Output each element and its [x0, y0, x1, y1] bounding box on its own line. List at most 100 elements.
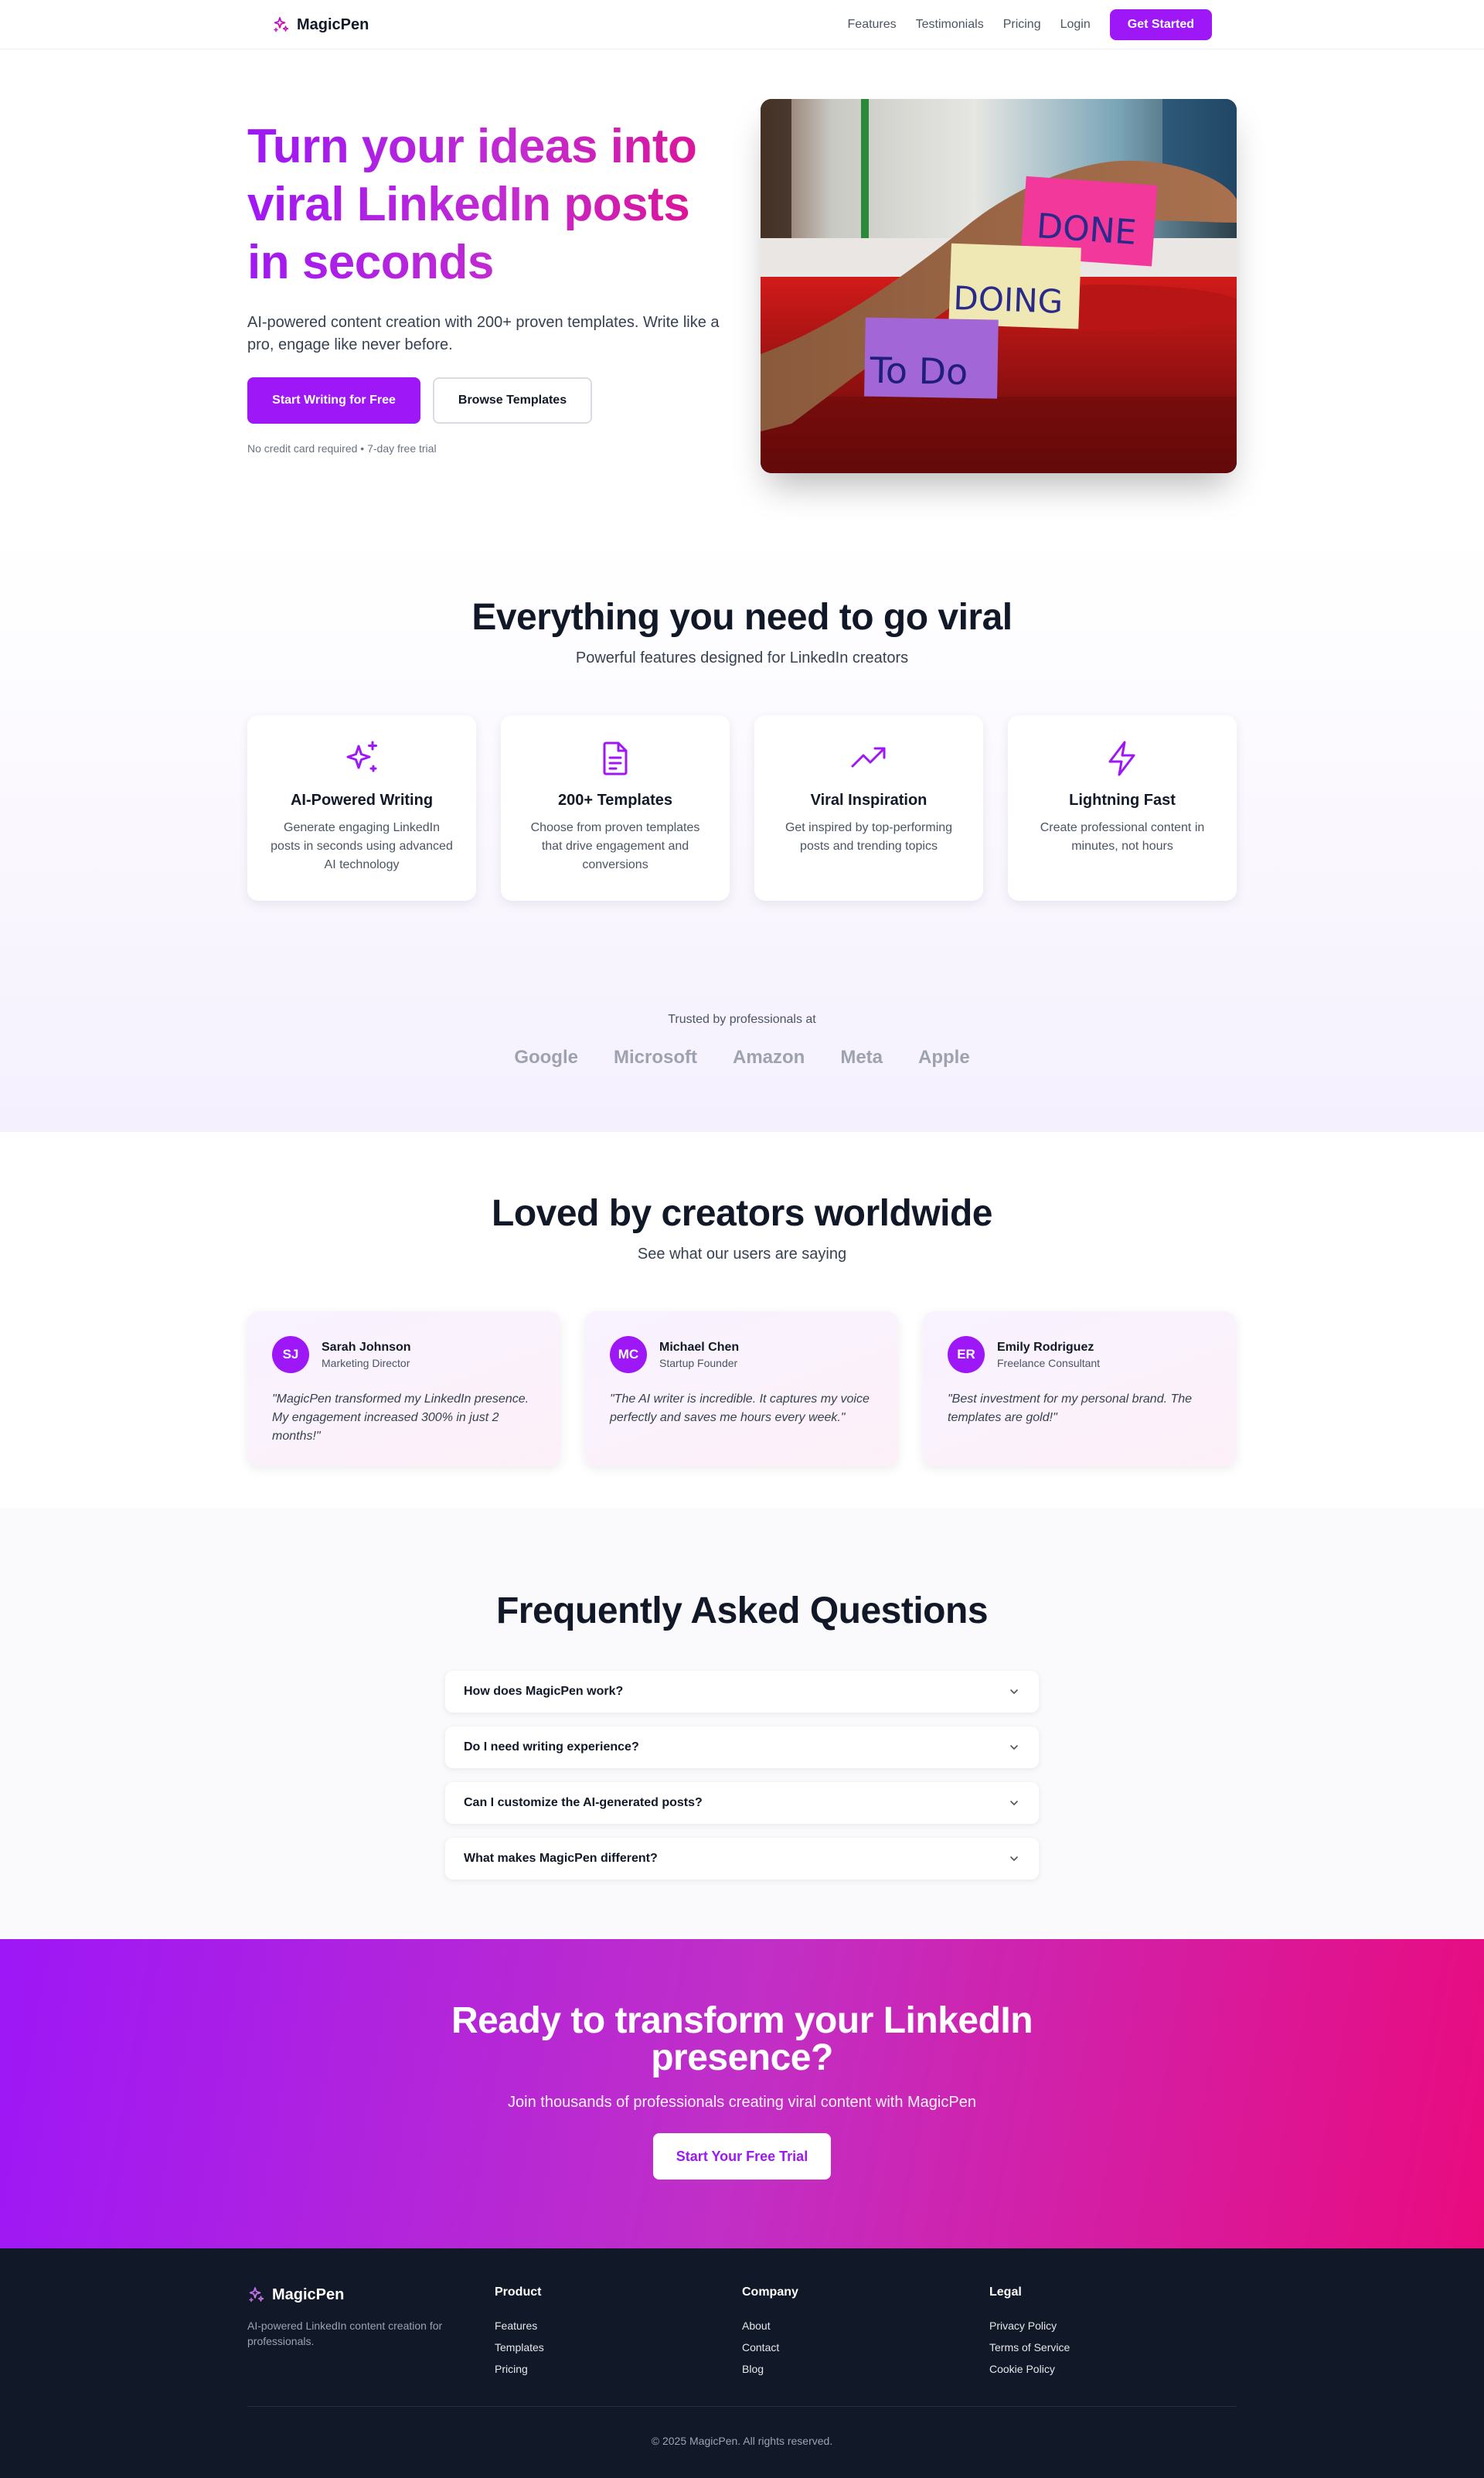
testimonial-name: Sarah Johnson	[322, 1340, 411, 1354]
svg-text:DONE: DONE	[1036, 206, 1138, 253]
chevron-down-icon	[1010, 1856, 1018, 1861]
feature-title: 200+ Templates	[557, 792, 673, 809]
nav-links: Features Testimonials Pricing Login Get …	[848, 9, 1212, 40]
faq-item[interactable]: How does MagicPen work?	[445, 1671, 1039, 1713]
testimonial-role: Freelance Consultant	[997, 1356, 1101, 1369]
start-writing-button[interactable]: Start Writing for Free	[247, 377, 420, 424]
nav-link-pricing[interactable]: Pricing	[1003, 18, 1041, 32]
feature-card-ai-writing: AI-Powered Writing Generate engaging Lin…	[247, 715, 476, 901]
footer-brand[interactable]: MagicPen	[247, 2285, 495, 2304]
top-nav: MagicPen Features Testimonials Pricing L…	[0, 0, 1484, 49]
hero-note: No credit card required • 7-day free tri…	[247, 442, 437, 455]
footer-column-company: Company About Contact Blog	[742, 2285, 989, 2380]
footer-column-title: Legal	[989, 2285, 1022, 2299]
chevron-down-icon	[1010, 1689, 1018, 1694]
logo-google: Google	[514, 1047, 578, 1068]
testimonial-card: ER Emily Rodriguez Freelance Consultant …	[923, 1311, 1236, 1466]
testimonial-quote: "MagicPen transformed my LinkedIn presen…	[272, 1392, 529, 1443]
footer-divider	[247, 2406, 1237, 2407]
features-title: Everything you need to go viral	[471, 597, 1013, 638]
avatar: ER	[948, 1336, 985, 1373]
footer-column-title: Product	[495, 2285, 542, 2299]
brand-logo[interactable]: MagicPen	[272, 15, 369, 34]
faq-item[interactable]: What makes MagicPen different?	[445, 1838, 1039, 1880]
feature-desc: Generate engaging LinkedIn posts in seco…	[271, 821, 453, 871]
browse-templates-button[interactable]: Browse Templates	[433, 377, 592, 424]
footer-brand-name: MagicPen	[272, 2285, 345, 2303]
faq-question: Can I customize the AI-generated posts?	[464, 1796, 703, 1809]
cta-subtitle: Join thousands of professionals creating…	[508, 2094, 976, 2111]
feature-title: Viral Inspiration	[810, 792, 928, 809]
brand-name: MagicPen	[297, 15, 369, 33]
sparkles-icon	[274, 17, 289, 32]
testimonial-quote: "The AI writer is incredible. It capture…	[610, 1392, 870, 1424]
feature-desc: Get inspired by top-performing posts and…	[785, 821, 953, 853]
logo-apple: Apple	[918, 1047, 970, 1068]
trending-up-icon	[851, 747, 886, 768]
feature-desc: Create professional content in minutes, …	[1040, 821, 1205, 853]
avatar: MC	[610, 1336, 647, 1373]
hero-title: Turn your ideas into viral LinkedIn post…	[247, 118, 727, 291]
footer-link[interactable]: Privacy Policy	[989, 2315, 1237, 2337]
footer-column-product: Product Features Templates Pricing	[495, 2285, 742, 2380]
nav-link-testimonials[interactable]: Testimonials	[916, 18, 984, 32]
feature-title: Lightning Fast	[1069, 792, 1176, 809]
hero-subtitle: AI-powered content creation with 200+ pr…	[247, 314, 720, 353]
testimonial-name: Emily Rodriguez	[997, 1340, 1094, 1354]
footer-link[interactable]: Pricing	[495, 2358, 742, 2380]
cta-title: Ready to transform your LinkedIn presenc…	[451, 2000, 1033, 2078]
faq-question: How does MagicPen work?	[464, 1685, 624, 1698]
footer-link[interactable]: Cookie Policy	[989, 2358, 1237, 2380]
start-free-trial-button[interactable]: Start Your Free Trial	[653, 2133, 831, 2180]
testimonial-name: Michael Chen	[659, 1340, 740, 1354]
cta-section: Ready to transform your LinkedIn presenc…	[0, 1939, 1484, 2248]
faq-item[interactable]: Do I need writing experience?	[445, 1726, 1039, 1768]
nav-link-features[interactable]: Features	[848, 18, 897, 32]
avatar: SJ	[272, 1336, 309, 1373]
sparkles-icon	[249, 2287, 264, 2302]
faq-section: Frequently Asked Questions How does Magi…	[0, 1508, 1484, 1941]
feature-card-templates: 200+ Templates Choose from proven templa…	[501, 715, 730, 901]
feature-title: AI-Powered Writing	[290, 792, 434, 809]
footer-link[interactable]: About	[742, 2315, 989, 2337]
features-subtitle: Powerful features designed for LinkedIn …	[575, 649, 909, 666]
logo-microsoft: Microsoft	[613, 1047, 697, 1068]
feature-card-viral-inspiration: Viral Inspiration Get inspired by top-pe…	[754, 715, 983, 901]
company-logos: Google Microsoft Amazon Meta Apple	[247, 1047, 1237, 1069]
sparkles-icon	[346, 741, 377, 772]
testimonial-card: SJ Sarah Johnson Marketing Director "Mag…	[247, 1311, 560, 1466]
svg-text:To Do: To Do	[869, 349, 968, 393]
testimonial-role: Marketing Director	[322, 1356, 410, 1369]
footer-column-title: Company	[742, 2285, 798, 2299]
faq-item[interactable]: Can I customize the AI-generated posts?	[445, 1782, 1039, 1824]
document-icon	[603, 741, 628, 775]
copyright: © 2025 MagicPen. All rights reserved.	[651, 2435, 833, 2447]
feature-desc: Choose from proven templates that drive …	[530, 821, 700, 871]
testimonials-subtitle: See what our users are saying	[637, 1246, 847, 1263]
hero-section: Turn your ideas into viral LinkedIn post…	[0, 49, 1484, 538]
chevron-down-icon	[1010, 1801, 1018, 1805]
nav-link-login[interactable]: Login	[1060, 18, 1091, 32]
lightning-icon	[1108, 741, 1135, 776]
testimonial-card: MC Michael Chen Startup Founder "The AI …	[585, 1311, 898, 1466]
testimonial-grid: SJ Sarah Johnson Marketing Director "Mag…	[247, 1311, 1237, 1466]
footer-link[interactable]: Templates	[495, 2337, 742, 2358]
testimonial-quote: "Best investment for my personal brand. …	[948, 1392, 1193, 1424]
faq-list: How does MagicPen work? Do I need writin…	[445, 1671, 1039, 1880]
footer-link[interactable]: Contact	[742, 2337, 989, 2358]
testimonial-role: Startup Founder	[659, 1356, 738, 1369]
feature-grid: AI-Powered Writing Generate engaging Lin…	[247, 715, 1237, 901]
logo-amazon: Amazon	[732, 1047, 805, 1068]
feature-card-lightning-fast: Lightning Fast Create professional conte…	[1008, 715, 1237, 901]
footer-link[interactable]: Blog	[742, 2358, 989, 2380]
features-section: Everything you need to go viral Powerful…	[0, 538, 1484, 1132]
hero-image: DONE DOING To Do	[761, 99, 1237, 473]
faq-question: Do I need writing experience?	[464, 1740, 639, 1754]
logo-meta: Meta	[840, 1047, 883, 1068]
get-started-button[interactable]: Get Started	[1109, 9, 1212, 40]
footer: MagicPen AI-powered LinkedIn content cre…	[0, 2248, 1484, 2478]
footer-link[interactable]: Features	[495, 2315, 742, 2337]
testimonials-title: Loved by creators worldwide	[492, 1193, 993, 1234]
faq-title: Frequently Asked Questions	[495, 1590, 989, 1631]
footer-link[interactable]: Terms of Service	[989, 2337, 1237, 2358]
